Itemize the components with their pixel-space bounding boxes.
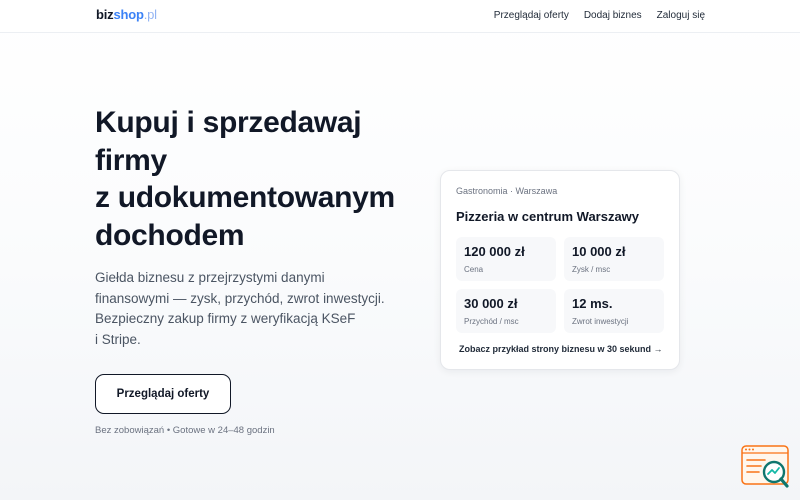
stat-value: 30 000 zł	[464, 296, 518, 311]
stat-price: 120 000 zł Cena	[456, 237, 556, 281]
stat-label: Zwrot inwestycji	[572, 317, 629, 326]
logo-part-domain: .pl	[143, 7, 157, 22]
hero-title-line: dochodem	[95, 218, 245, 252]
stat-roi: 12 ms. Zwrot inwestycji	[564, 289, 664, 333]
logo-part-shop: shop	[113, 7, 144, 22]
hero-description: Giełda biznesu z przejrzystymi danymi fi…	[95, 268, 395, 350]
site-logo[interactable]: biz shop .pl	[96, 7, 157, 22]
hero-title: Kupuj i sprzedawaj firmy z udokumentowan…	[95, 104, 425, 254]
main-nav: Przeglądaj oferty Dodaj biznes Zaloguj s…	[494, 10, 705, 21]
stat-value: 12 ms.	[572, 296, 613, 311]
nav-login[interactable]: Zaloguj się	[657, 10, 705, 21]
hero-description-line: i Stripe.	[95, 331, 141, 347]
hero-description-line: Giełda biznesu z przejrzystymi danymi	[95, 270, 325, 285]
hero-title-line: Kupuj i sprzedawaj	[95, 106, 362, 139]
hero-title-line: z udokumentowanym	[95, 181, 395, 214]
stat-label: Zysk / msc	[572, 265, 611, 274]
example-business-card: Gastronomia · Warszawa Pizzeria w centru…	[440, 170, 680, 370]
search-analytics-widget[interactable]	[741, 445, 791, 490]
browse-offers-button[interactable]: Przeglądaj oferty	[95, 374, 231, 414]
search-analytics-icon	[741, 445, 789, 488]
hero-description-line: finansowymi — zysk, przychód, zwrot inwe…	[95, 290, 385, 306]
hero-description-line: Bezpieczny zakup firmy z weryfikacją KSe…	[95, 311, 356, 326]
example-page-link[interactable]: Zobacz przykład strony biznesu w 30 seku…	[459, 344, 663, 354]
nav-browse-offers[interactable]: Przeglądaj oferty	[494, 10, 569, 21]
stat-profit: 10 000 zł Zysk / msc	[564, 237, 664, 281]
stat-label: Przychód / msc	[464, 317, 519, 326]
stat-revenue: 30 000 zł Przychód / msc	[456, 289, 556, 333]
site-header: biz shop .pl Przeglądaj oferty Dodaj biz…	[0, 0, 800, 33]
hero-note: Bez zobowiązań • Gotowe w 24–48 godzin	[95, 425, 275, 436]
hero-title-line: firmy	[95, 143, 167, 177]
stat-label: Cena	[464, 265, 484, 274]
card-title: Pizzeria w centrum Warszawy	[456, 209, 640, 224]
stat-value: 120 000 zł	[464, 244, 525, 259]
stat-value: 10 000 zł	[572, 244, 626, 259]
logo-part-biz: biz	[96, 7, 114, 22]
nav-add-business[interactable]: Dodaj biznes	[584, 10, 642, 21]
card-category: Gastronomia · Warszawa	[456, 186, 558, 196]
